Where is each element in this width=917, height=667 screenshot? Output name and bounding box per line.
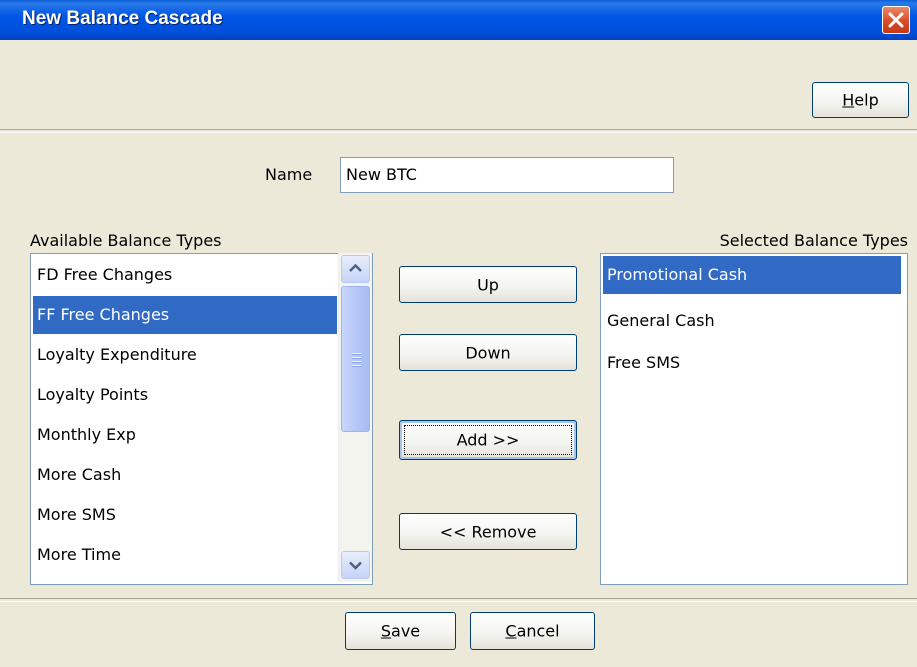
footer-divider	[0, 598, 917, 602]
move-up-button[interactable]: Up	[399, 266, 577, 303]
list-item[interactable]: Loyalty Points	[33, 376, 337, 414]
cancel-button[interactable]: Cancel	[470, 612, 595, 650]
thumb-grip	[352, 361, 361, 363]
save-label-rest: ave	[391, 621, 421, 641]
list-item[interactable]: Monthly Exp	[33, 416, 337, 454]
selected-types-list[interactable]: Promotional Cash General Cash Free SMS	[600, 253, 908, 585]
save-mnemonic: S	[380, 621, 392, 641]
list-item-selected[interactable]: Promotional Cash	[603, 256, 901, 294]
title-bar[interactable]: New Balance Cascade	[0, 0, 917, 40]
available-types-label: Available Balance Types	[30, 231, 222, 250]
list-item[interactable]: FD Free Changes	[33, 256, 367, 294]
thumb-grip	[352, 353, 361, 355]
thumb-grip	[352, 365, 361, 367]
toolbar-divider	[0, 129, 917, 133]
dialog-window: New Balance Cascade Help Name New BTC Av…	[0, 0, 917, 667]
cancel-mnemonic: C	[505, 621, 517, 641]
scroll-thumb[interactable]	[341, 286, 370, 432]
name-label: Name	[265, 165, 313, 184]
toolbar: Help	[0, 40, 917, 128]
close-icon	[888, 12, 904, 28]
name-field-value: New BTC	[346, 165, 417, 184]
list-item[interactable]: More Cash	[33, 456, 337, 494]
help-button[interactable]: Help	[812, 82, 909, 118]
scroll-up-button[interactable]	[341, 255, 370, 283]
list-item[interactable]: Loyalty Expenditure	[33, 336, 337, 374]
window-title: New Balance Cascade	[22, 8, 223, 29]
thumb-grip	[352, 357, 361, 359]
scroll-down-button[interactable]	[341, 551, 370, 579]
list-item[interactable]: More SMS	[33, 496, 337, 534]
save-button[interactable]: Save	[345, 612, 456, 650]
chevron-down-icon	[349, 561, 362, 570]
name-field[interactable]: New BTC	[340, 157, 674, 193]
help-label-rest: elp	[854, 90, 879, 110]
selected-types-label: Selected Balance Types	[719, 231, 908, 250]
list-item-selected[interactable]: FF Free Changes	[33, 296, 337, 334]
list-item[interactable]: Free SMS	[603, 344, 901, 382]
add-button[interactable]: Add >>	[399, 420, 577, 460]
close-button[interactable]	[882, 6, 910, 34]
list-item[interactable]: General Cash	[603, 302, 901, 340]
help-mnemonic: H	[842, 90, 855, 110]
cancel-label-rest: ancel	[516, 621, 560, 641]
available-types-list[interactable]: FD Free Changes FF Free Changes Loyalty …	[30, 253, 373, 585]
chevron-up-icon	[349, 263, 362, 272]
list-item[interactable]: More Time	[33, 536, 337, 574]
available-list-scrollbar[interactable]	[338, 253, 372, 582]
remove-button[interactable]: << Remove	[399, 513, 577, 550]
move-down-button[interactable]: Down	[399, 334, 577, 371]
